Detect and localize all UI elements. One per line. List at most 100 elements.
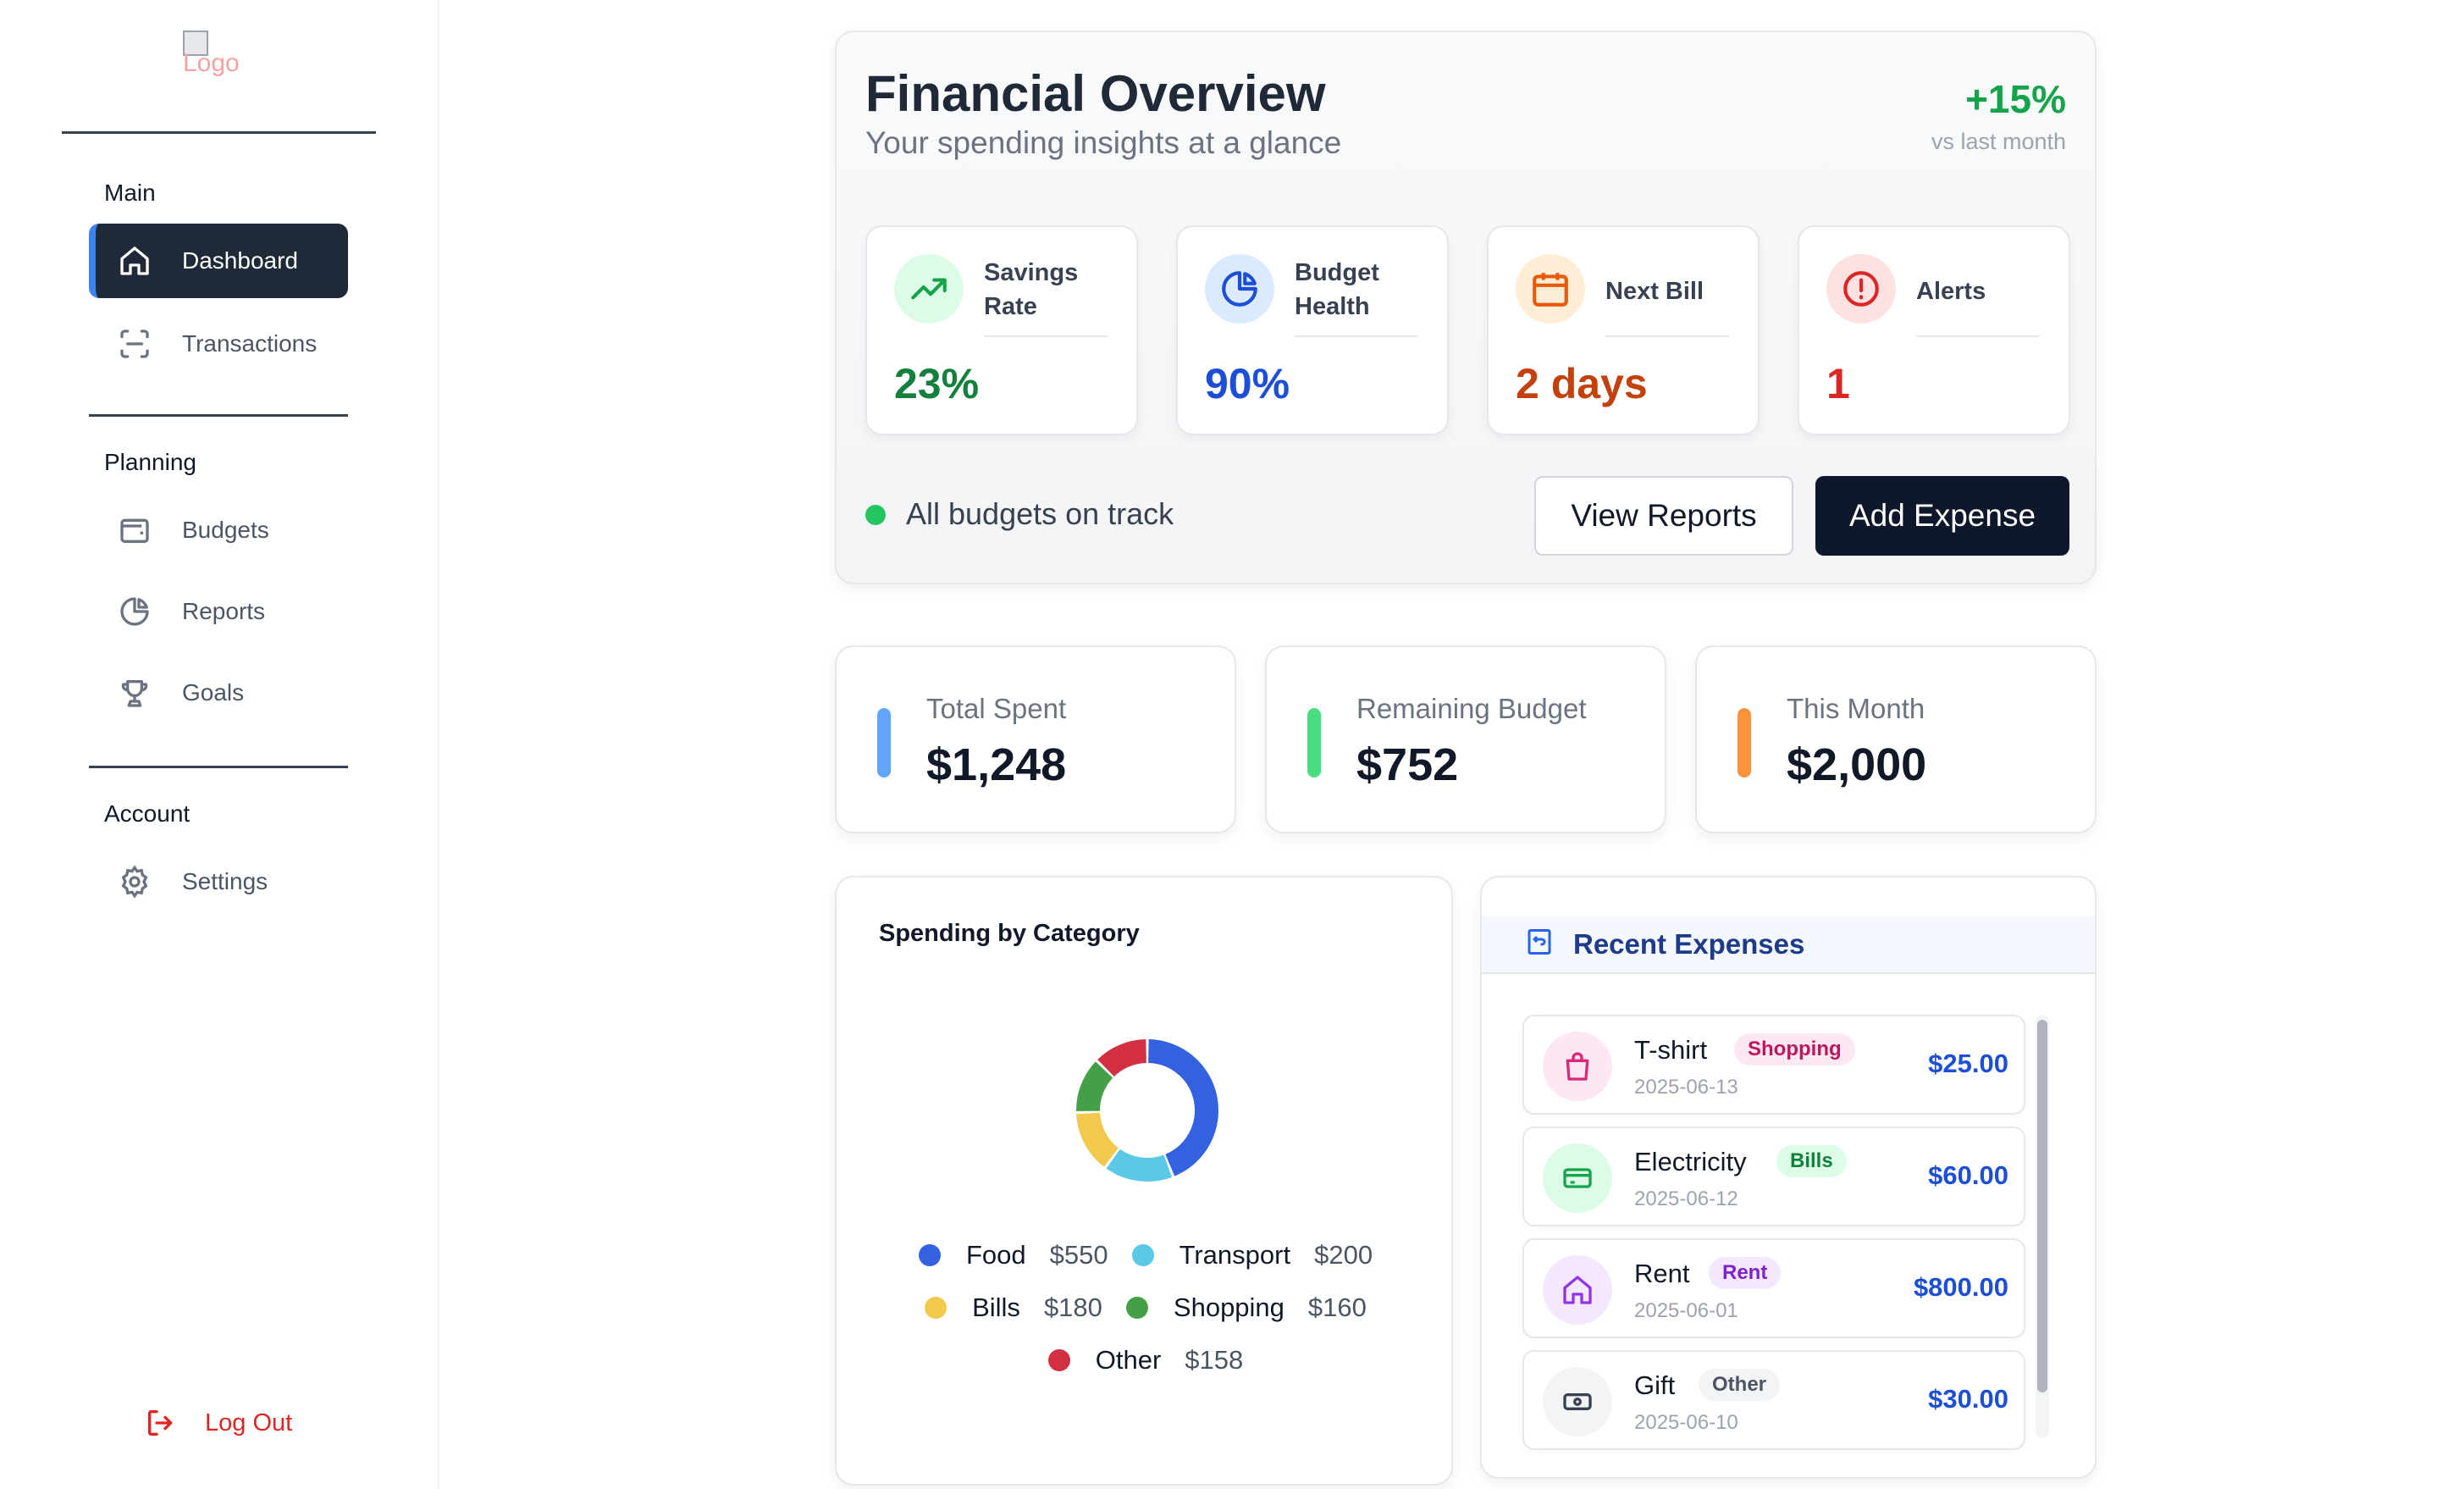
metric-value: $752 — [1356, 739, 1459, 790]
sidebar-item-transactions[interactable]: Transactions — [89, 307, 348, 381]
alert-circle-icon — [1826, 254, 1896, 324]
recent-expenses-header: Recent Expenses — [1482, 916, 2095, 974]
legend-item-other: Other $158 — [1047, 1345, 1243, 1376]
expense-item[interactable]: T-shirt Shopping 2025-06-13 $25.00 — [1522, 1015, 2025, 1115]
donut-slice-other — [1097, 1039, 1147, 1077]
legend-item-shopping: Shopping $160 — [1125, 1292, 1367, 1323]
section-label-account: Account — [104, 800, 191, 827]
sidebar-item-label: Dashboard — [182, 247, 298, 274]
sidebar-item-goals[interactable]: Goals — [89, 656, 348, 730]
legend-swatch — [918, 1244, 941, 1266]
legend-item-transport: Transport $200 — [1131, 1240, 1373, 1270]
receipt-icon — [1524, 927, 1555, 957]
legend-item-food: Food $550 — [918, 1240, 1108, 1270]
sidebar-divider — [89, 414, 348, 417]
stat-value: 2 days — [1516, 360, 1648, 407]
logout-label: Log Out — [205, 1409, 293, 1436]
legend-item-bills: Bills $180 — [925, 1292, 1102, 1323]
sidebar-item-dashboard[interactable]: Dashboard — [89, 224, 348, 298]
sidebar-item-reports[interactable]: Reports — [89, 574, 348, 649]
metric-card-total-spent: Total Spent $1,248 — [835, 645, 1236, 833]
metric-value: $1,248 — [926, 739, 1067, 790]
page-title: Financial Overview — [865, 65, 1326, 122]
logout-button[interactable]: Log Out — [144, 1406, 292, 1440]
expense-amount: $800.00 — [1913, 1272, 2008, 1302]
stat-label: Budget Health — [1295, 259, 1379, 320]
metric-accent-bar — [1307, 708, 1321, 778]
legend-swatch — [1131, 1244, 1154, 1266]
home-icon — [116, 242, 153, 280]
section-label-planning: Planning — [104, 449, 196, 475]
logo: Logo — [183, 30, 259, 95]
stat-value: 1 — [1826, 360, 1850, 407]
legend-label: Transport — [1179, 1240, 1291, 1270]
metric-label: This Month — [1787, 693, 1925, 724]
category-badge: Shopping — [1734, 1033, 1855, 1066]
month-delta: +15% — [1965, 77, 2066, 121]
chart-title: Spending by Category — [879, 920, 1140, 947]
status-indicator-dot — [865, 505, 886, 525]
metric-accent-bar — [1738, 708, 1751, 778]
sidebar-item-label: Settings — [182, 868, 268, 894]
logout-icon — [144, 1406, 178, 1440]
expense-item[interactable]: Gift Other 2025-06-10 $30.00 — [1522, 1350, 2025, 1450]
sidebar-item-settings[interactable]: Settings — [89, 844, 348, 919]
stat-divider — [1605, 335, 1729, 337]
stat-label: Next Bill — [1605, 278, 1704, 305]
metric-card-this-month: This Month $2,000 — [1695, 645, 2097, 833]
expense-name: T-shirt — [1634, 1035, 1708, 1065]
credit-card-icon — [1543, 1143, 1612, 1213]
metric-card-remaining-budget: Remaining Budget $752 — [1265, 645, 1666, 833]
stat-value: 90% — [1205, 360, 1290, 407]
chart-legend-row: Bills $180 Shopping $160 — [837, 1292, 1455, 1323]
expense-name: Gift — [1634, 1370, 1676, 1400]
trending-up-icon — [894, 254, 964, 324]
stat-card-savings-rate: Savings Rate 23% — [865, 225, 1138, 435]
gear-icon — [116, 863, 153, 900]
legend-label: Bills — [972, 1292, 1020, 1322]
donut-slice-shopping — [1076, 1061, 1113, 1112]
sidebar: Logo Main Dashboard Transactions Plannin… — [0, 0, 439, 1489]
donut-slice-food — [1147, 1039, 1218, 1176]
category-badge: Bills — [1776, 1145, 1847, 1177]
expense-item[interactable]: Rent Rent 2025-06-01 $800.00 — [1522, 1238, 2025, 1338]
sidebar-divider — [89, 766, 348, 768]
pie-chart-icon — [116, 593, 153, 630]
expense-list[interactable]: T-shirt Shopping 2025-06-13 $25.00 Elect… — [1522, 1015, 2025, 1462]
stat-value: 23% — [894, 360, 980, 407]
chart-legend-row: Other $158 — [837, 1345, 1455, 1376]
legend-value: $160 — [1307, 1292, 1367, 1322]
sidebar-item-label: Goals — [182, 679, 245, 706]
category-badge: Other — [1699, 1369, 1781, 1401]
expense-date: 2025-06-01 — [1634, 1299, 1738, 1322]
expense-date: 2025-06-12 — [1634, 1187, 1738, 1210]
scrollbar-thumb[interactable] — [2037, 1020, 2047, 1392]
calendar-icon — [1516, 254, 1585, 324]
page-subtitle: Your spending insights at a glance — [865, 125, 1342, 160]
legend-value: $180 — [1043, 1292, 1102, 1322]
legend-label: Other — [1095, 1345, 1162, 1375]
expense-amount: $30.00 — [1928, 1384, 2008, 1414]
scan-icon — [116, 325, 153, 363]
donut-slice-transport — [1106, 1149, 1172, 1182]
month-delta-caption: vs last month — [1931, 129, 2066, 154]
stat-label: Alerts — [1916, 278, 1986, 305]
stat-label: Savings Rate — [984, 259, 1079, 320]
expense-item[interactable]: Electricity Bills 2025-06-12 $60.00 — [1522, 1126, 2025, 1226]
sidebar-divider — [62, 131, 376, 134]
metric-label: Remaining Budget — [1356, 693, 1587, 724]
recent-expenses-title: Recent Expenses — [1573, 928, 1805, 960]
wallet-icon — [116, 512, 153, 549]
spending-by-category-card: Spending by Category Food $550 Transport… — [835, 876, 1453, 1486]
stat-card-next-bill: Next Bill 2 days — [1487, 225, 1760, 435]
sidebar-item-budgets[interactable]: Budgets — [89, 493, 348, 567]
category-badge: Rent — [1709, 1257, 1782, 1289]
expense-name: Rent — [1634, 1259, 1690, 1288]
expense-date: 2025-06-10 — [1634, 1411, 1738, 1434]
recent-expenses-card: Recent Expenses T-shirt Shopping 2025-06… — [1480, 876, 2097, 1479]
expense-date: 2025-06-13 — [1634, 1076, 1738, 1099]
add-expense-button[interactable]: Add Expense — [1815, 476, 2069, 556]
stat-divider — [984, 335, 1108, 337]
donut-slice-bills — [1076, 1112, 1119, 1167]
view-reports-button[interactable]: View Reports — [1534, 476, 1793, 556]
